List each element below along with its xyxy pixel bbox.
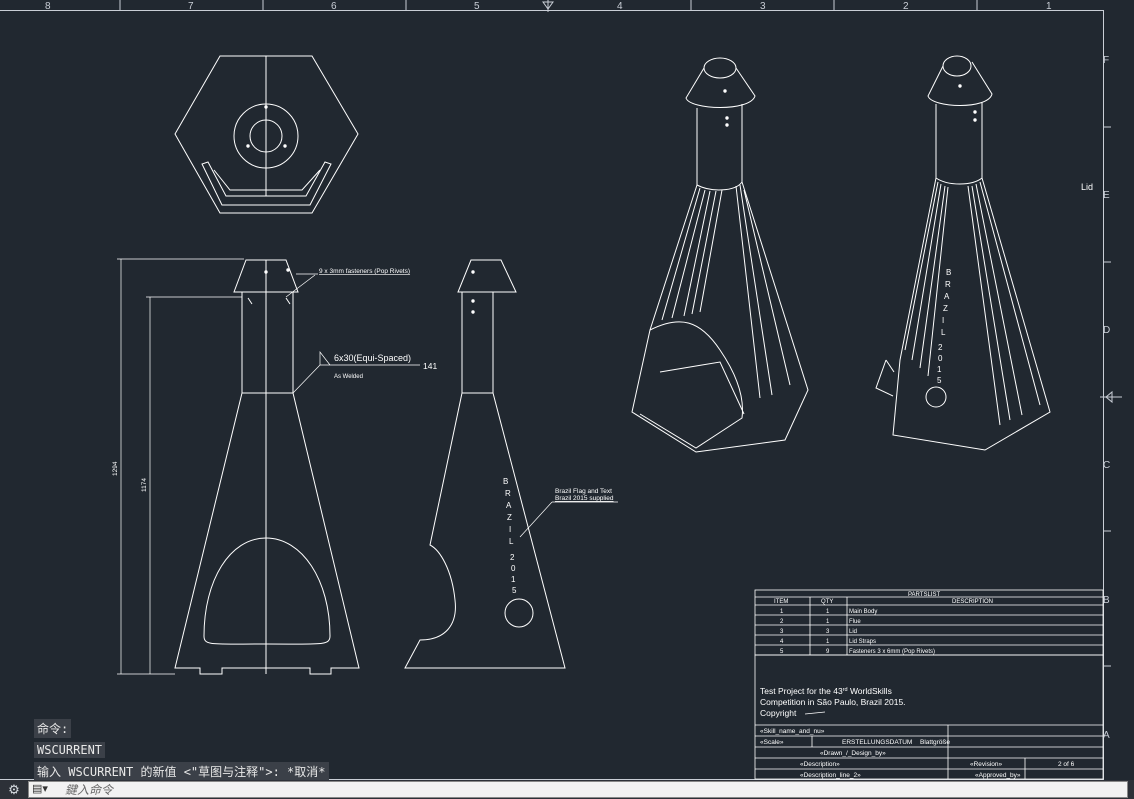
parts-cell: Lid Straps [849, 639, 876, 645]
engraving-digit: 1 [937, 365, 942, 374]
creation-date-field: ERSTELLUNGSDATUM [842, 739, 912, 746]
parts-cell: 1 [826, 609, 830, 615]
parts-cell: 5 [780, 649, 784, 655]
parts-list-table [754, 589, 1104, 656]
parts-cell: Flue [849, 619, 861, 625]
engraving-digit: 5 [937, 376, 942, 385]
ruler-number: 5 [474, 1, 480, 12]
engraving-letter: I [509, 525, 511, 534]
weld-note: 6x30(Equi-Spaced) [334, 353, 411, 363]
ruler-number: 3 [760, 1, 766, 12]
parts-cell: 4 [780, 639, 784, 645]
parts-cell: Main Body [849, 609, 877, 615]
customize-icon[interactable]: ⚙ [0, 780, 28, 799]
engraving-letter: B [503, 477, 508, 486]
parts-header-description: DESCRIPTION [952, 599, 993, 605]
description-field: «Description» [800, 761, 840, 768]
parts-list-title: PARTSLIST [908, 592, 940, 598]
command-input-container[interactable]: ▤▾ [28, 781, 1128, 798]
engraving-letter: L [509, 537, 514, 546]
parts-cell: 2 [780, 619, 784, 625]
isometric-view-right [875, 55, 1051, 451]
ruler-letter: A [1103, 730, 1110, 741]
engraving-letter: Z [943, 304, 948, 313]
ruler-number: 6 [331, 1, 337, 12]
parts-list-text: PARTSLIST ITEM QTY DESCRIPTION 1 1 Main … [774, 592, 993, 655]
command-history: 命令: WSCURRENT 输入 WSCURRENT 的新值 <"草图与注释">… [34, 719, 329, 785]
sheet-number-field: 2 of 6 [1058, 761, 1075, 768]
weld-number: 141 [423, 361, 437, 371]
ruler-letter: C [1103, 460, 1110, 471]
drawn-by-field: «Drawn_/_Design_by» [820, 750, 886, 757]
command-line-bar: ⚙ ▤▾ [0, 780, 1134, 799]
command-history-line: WSCURRENT [34, 742, 106, 758]
isometric-view-left [631, 57, 809, 453]
scale-field: «Scale» [760, 739, 784, 746]
engraving-digit: 0 [938, 354, 943, 363]
parts-cell: 3 [826, 629, 830, 635]
engraving-letter: Z [507, 513, 512, 522]
parts-cell: 9 [826, 649, 830, 655]
engraving-digit: 2 [938, 343, 943, 352]
parts-cell: 3 [780, 629, 784, 635]
command-input[interactable] [65, 782, 1105, 797]
flag-note-line2: Brazil 2015 supplied [555, 495, 614, 502]
ruler-number: 1 [1046, 1, 1052, 12]
top-view [174, 55, 359, 214]
revision-field: «Revision» [970, 761, 1003, 768]
project-title-line2: Competition in São Paulo, Brazil 2015. [760, 697, 906, 707]
flag-note-line1: Brazil Flag and Text [555, 488, 612, 495]
drawing-canvas[interactable]: 8 7 6 5 4 3 2 1 8 7 6 5 4 3 2 1 F E D C … [0, 0, 1134, 799]
front-view-annotations: 9 x 3mm fasteners (Pop Rivets) 6x30(Equi… [112, 268, 437, 492]
description-line2-field: «Description_line_2» [800, 772, 861, 779]
parts-cell: Lid [849, 629, 857, 635]
drawing-frame [0, 0, 1111, 799]
parts-header-item: ITEM [774, 599, 788, 605]
engraving-letter: R [505, 489, 511, 498]
as-welded-note: As Welded [334, 374, 363, 380]
ruler-number: 7 [188, 1, 194, 12]
project-title-line1: Test Project for the 43rd WorldSkills [760, 686, 892, 696]
engraving-digit: 1 [511, 575, 516, 584]
ruler-number: 4 [617, 1, 623, 12]
ruler-letter: B [1103, 595, 1110, 606]
side-view [404, 259, 618, 669]
command-prompt-icon[interactable]: ▤▾ [32, 783, 58, 796]
engraving-letter: A [506, 501, 512, 510]
parts-cell: 1 [826, 619, 830, 625]
parts-cell: 1 [780, 609, 784, 615]
approved-by-field: «Approved_by» [975, 772, 1021, 779]
parts-cell: 1 [826, 639, 830, 645]
sheet-size-field: Blattgröße [920, 739, 950, 746]
front-view [117, 258, 420, 675]
ruler-letter: F [1103, 55, 1109, 66]
engraving-digit: 0 [511, 564, 516, 573]
parts-header-qty: QTY [821, 599, 833, 605]
dimension-body-height: 1174 [141, 478, 148, 492]
engraving-digit: 2 [510, 553, 515, 562]
copyright-text: Copyright [760, 708, 797, 718]
dimension-overall-height: 1294 [112, 461, 119, 476]
ruler-letter: D [1103, 325, 1110, 336]
ruler-number: 2 [903, 1, 909, 12]
engraving-letter: A [944, 292, 950, 301]
engraving-digit: 5 [512, 586, 517, 595]
lid-label: Lid [1081, 182, 1093, 192]
ruler-number: 8 [45, 1, 51, 12]
isometric-engraving: B R A Z I L 2 0 1 5 [937, 268, 951, 385]
skill-name-field: «Skill_name_and_nu» [760, 728, 825, 735]
ruler-letter: E [1103, 190, 1110, 201]
engraving-letter: I [942, 316, 944, 325]
fastener-note: 9 x 3mm fasteners (Pop Rivets) [319, 268, 410, 275]
command-history-line: 命令: [34, 719, 72, 738]
engraving-letter: L [941, 328, 946, 337]
engraving-letter: B [946, 268, 951, 277]
title-block-text: Test Project for the 43rd WorldSkills Co… [760, 686, 1075, 779]
engraving-letter: R [945, 280, 951, 289]
parts-cell: Fasteners 3 x 6mm (Pop Rivets) [849, 649, 935, 655]
command-history-line: 输入 WSCURRENT 的新值 <"草图与注释">: *取消* [34, 762, 329, 781]
